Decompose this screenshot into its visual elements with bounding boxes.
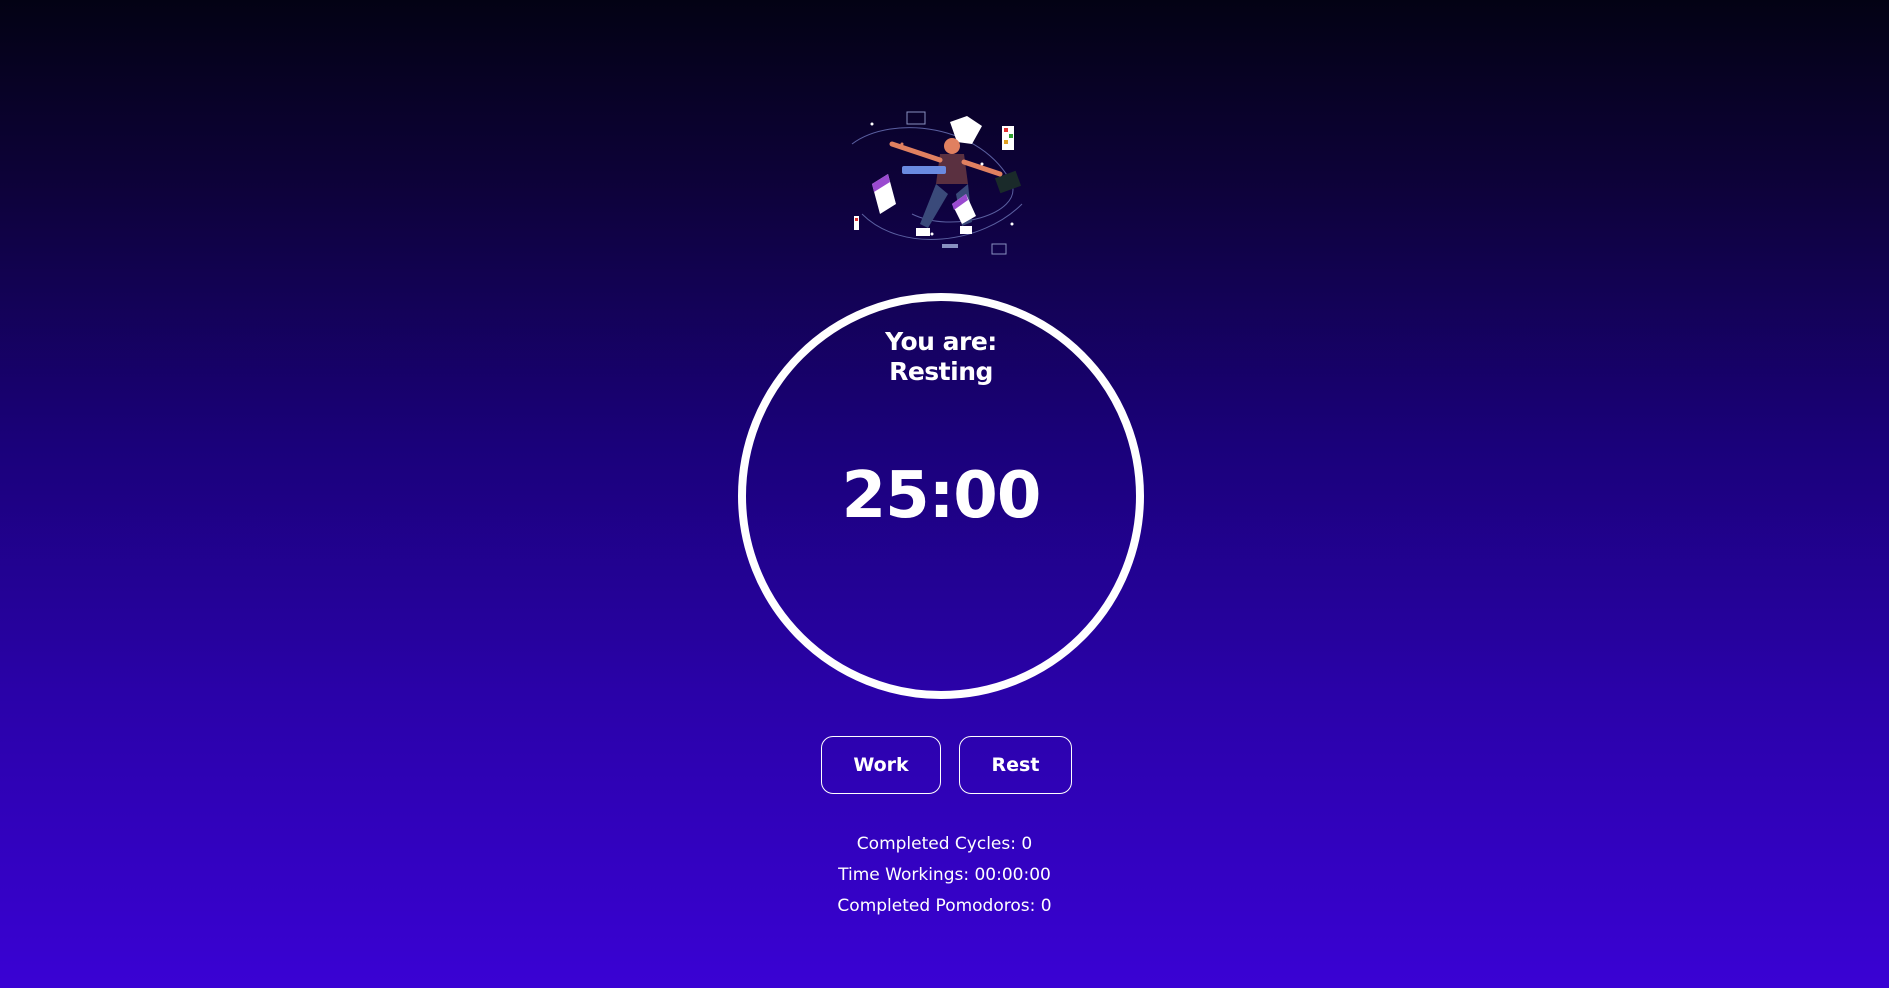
developer-illustration <box>832 104 1032 264</box>
timer-ring: You are: Resting 25:00 <box>738 293 1144 699</box>
time-working-text: Time Workings: 00:00:00 <box>838 865 1051 885</box>
status-prefix: You are: <box>885 327 997 356</box>
work-button[interactable]: Work <box>821 736 941 794</box>
completed-pomodoros-text: Completed Pomodoros: 0 <box>837 896 1052 916</box>
rest-button[interactable]: Rest <box>959 736 1072 794</box>
completed-cycles-text: Completed Cycles: 0 <box>856 834 1033 854</box>
status-value: Resting <box>889 357 993 386</box>
time-display: 25:00 <box>841 459 1042 533</box>
status-label: You are: Resting <box>746 327 1136 387</box>
stats-panel: Completed Cycles: 0 Time Workings: 00:00… <box>0 829 1889 922</box>
